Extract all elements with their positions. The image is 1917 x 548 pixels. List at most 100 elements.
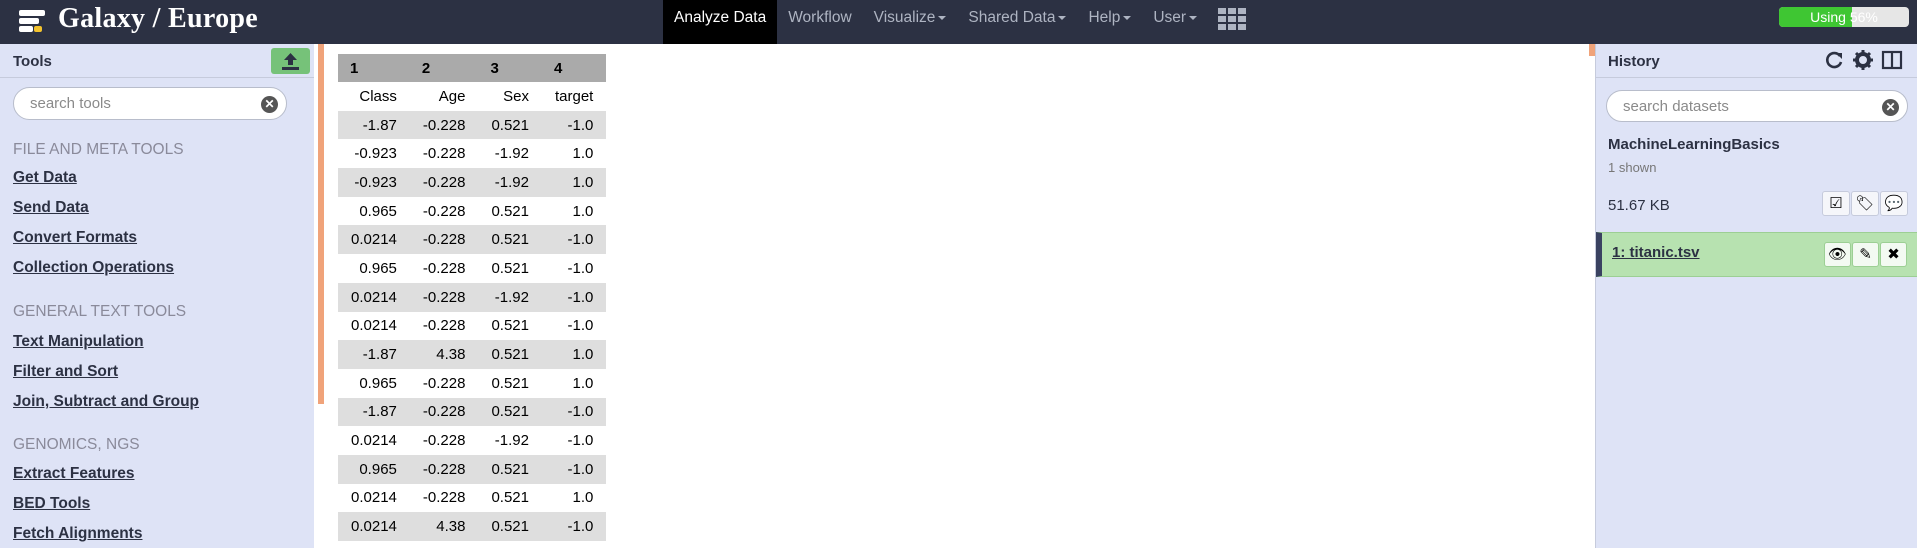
columns-icon[interactable] xyxy=(1881,49,1903,71)
nav-analyze-data[interactable]: Analyze Data xyxy=(663,0,778,44)
quota-meter[interactable]: Using 56% xyxy=(1779,7,1909,27)
clear-search-icon[interactable]: ✕ xyxy=(1882,99,1899,116)
history-name[interactable]: MachineLearningBasics xyxy=(1608,136,1780,153)
table-cell: 0.521 xyxy=(478,196,542,226)
table-cell: 0.521 xyxy=(478,340,542,369)
table-cell: 0.0214 xyxy=(338,311,410,341)
table-cell: 0.965 xyxy=(338,368,410,398)
close-icon: ✖ xyxy=(1887,246,1900,263)
section-title-genomics[interactable]: GENOMICS, NGS xyxy=(13,436,140,454)
table-cell: -1.92 xyxy=(478,168,542,197)
table-cell: -0.228 xyxy=(409,397,479,427)
eye-icon: 👁 xyxy=(1827,246,1848,263)
table-cell: -0.228 xyxy=(409,254,479,283)
tool-search-field[interactable]: ✕ xyxy=(13,87,287,120)
table-cell: 0.965 xyxy=(338,196,410,226)
tool-join-subtract-group[interactable]: Join, Subtract and Group xyxy=(13,393,199,411)
annotation-button[interactable]: 💬 xyxy=(1880,191,1908,216)
table-cell: 0.521 xyxy=(478,483,542,513)
table-row: 0.0214 -0.228 0.521 1.0 xyxy=(338,483,607,513)
history-actions: ☑ 🏷 💬 xyxy=(1821,191,1908,216)
gear-icon[interactable] xyxy=(1852,49,1874,71)
table-cell: 0.521 xyxy=(478,254,542,283)
nav-user[interactable]: User xyxy=(1142,0,1208,44)
tool-search-input[interactable] xyxy=(30,95,250,112)
clear-search-icon[interactable]: ✕ xyxy=(261,96,278,113)
tool-bed-tools[interactable]: BED Tools xyxy=(13,495,90,513)
table-cell: -0.228 xyxy=(409,454,479,484)
edit-dataset-button[interactable]: ✎ xyxy=(1852,242,1879,267)
table-cell: 4.38 xyxy=(409,340,479,369)
tool-text-manipulation[interactable]: Text Manipulation xyxy=(13,333,144,351)
table-row: 0.965 -0.228 0.521 -1.0 xyxy=(338,454,607,484)
table-cell: -1.0 xyxy=(541,426,607,455)
column-name-cell: target xyxy=(541,82,607,111)
select-datasets-button[interactable]: ☑ xyxy=(1822,191,1850,216)
tool-convert-formats[interactable]: Convert Formats xyxy=(13,229,137,247)
history-panel: History ✕ MachineLearningBasics 1 shown … xyxy=(1595,44,1917,548)
apps-grid-icon[interactable] xyxy=(1218,8,1246,30)
table-cell: -1.0 xyxy=(541,512,607,541)
upload-button[interactable] xyxy=(271,48,310,74)
table-cell: 1.0 xyxy=(541,368,607,398)
history-search-input[interactable] xyxy=(1623,98,1873,115)
table-cell: -1.0 xyxy=(541,454,607,484)
tags-button[interactable]: 🏷 xyxy=(1851,191,1879,216)
nav-label: Analyze Data xyxy=(674,9,767,26)
dataset-title[interactable]: 1: titanic.tsv xyxy=(1612,244,1700,261)
tool-extract-features[interactable]: Extract Features xyxy=(13,465,134,483)
nav-workflow[interactable]: Workflow xyxy=(777,0,862,44)
comment-icon: 💬 xyxy=(1884,195,1904,212)
nav-label: Shared Data xyxy=(968,9,1056,26)
history-size: 51.67 KB xyxy=(1608,197,1670,214)
tool-get-data[interactable]: Get Data xyxy=(13,169,77,187)
nav-shared-data[interactable]: Shared Data xyxy=(957,0,1077,44)
table-cell: -0.228 xyxy=(409,139,479,169)
section-title-general-text[interactable]: GENERAL TEXT TOOLS xyxy=(13,303,186,321)
tags-icon: 🏷 xyxy=(1855,195,1875,212)
table-row: 0.0214 4.38 0.521 -1.0 xyxy=(338,512,607,541)
nav-help[interactable]: Help xyxy=(1077,0,1142,44)
center-panel: 1 2 3 4 Class Age Sex target -1.87 -0.228… xyxy=(324,44,1594,548)
table-cell: 0.965 xyxy=(338,454,410,484)
galaxy-logo-icon[interactable] xyxy=(18,7,46,35)
table-cell: -0.228 xyxy=(409,368,479,398)
table-cell: 0.521 xyxy=(478,397,542,427)
table-header-cell: 1 xyxy=(338,54,410,82)
table-cell: -0.228 xyxy=(409,483,479,513)
section-title-file-meta[interactable]: FILE AND META TOOLS xyxy=(13,141,184,159)
table-row: 0.965 -0.228 0.521 1.0 xyxy=(338,368,607,398)
tool-filter-and-sort[interactable]: Filter and Sort xyxy=(13,363,118,381)
table-cell: -1.0 xyxy=(541,225,607,255)
table-cell: -1.87 xyxy=(338,110,410,140)
brand-title[interactable]: Galaxy / Europe xyxy=(58,3,258,35)
table-header-cell: 2 xyxy=(409,54,479,82)
table-cell: -1.0 xyxy=(541,311,607,341)
nav-label: User xyxy=(1153,9,1187,26)
table-cell: -1.0 xyxy=(541,282,607,312)
tool-send-data[interactable]: Send Data xyxy=(13,199,89,217)
delete-dataset-button[interactable]: ✖ xyxy=(1880,242,1907,267)
caret-down-icon xyxy=(1058,15,1067,20)
table-cell: -0.228 xyxy=(409,426,479,455)
history-search-field[interactable]: ✕ xyxy=(1606,90,1908,122)
table-cell: 0.0214 xyxy=(338,426,410,455)
view-dataset-button[interactable]: 👁 xyxy=(1824,242,1851,267)
column-name-cell: Sex xyxy=(478,82,542,111)
nav-visualize[interactable]: Visualize xyxy=(863,0,958,44)
refresh-icon[interactable] xyxy=(1823,49,1845,71)
tool-fetch-alignments[interactable]: Fetch Alignments xyxy=(13,525,142,543)
table-cell: -1.0 xyxy=(541,254,607,283)
table-cell: 0.521 xyxy=(478,512,542,541)
table-cell: 0.521 xyxy=(478,454,542,484)
tool-collection-operations[interactable]: Collection Operations xyxy=(13,259,174,277)
dataset-item[interactable]: 1: titanic.tsv 👁 ✎ ✖ xyxy=(1596,232,1917,277)
column-name-cell: Age xyxy=(409,82,479,111)
table-cell: -1.0 xyxy=(541,397,607,427)
tool-panel-header: Tools xyxy=(0,44,314,78)
table-row: -0.923 -0.228 -1.92 1.0 xyxy=(338,168,607,197)
nav-label: Help xyxy=(1088,9,1121,26)
table-cell: 0.0214 xyxy=(338,282,410,312)
table-cell: 1.0 xyxy=(541,483,607,513)
table-cell: -0.228 xyxy=(409,168,479,197)
